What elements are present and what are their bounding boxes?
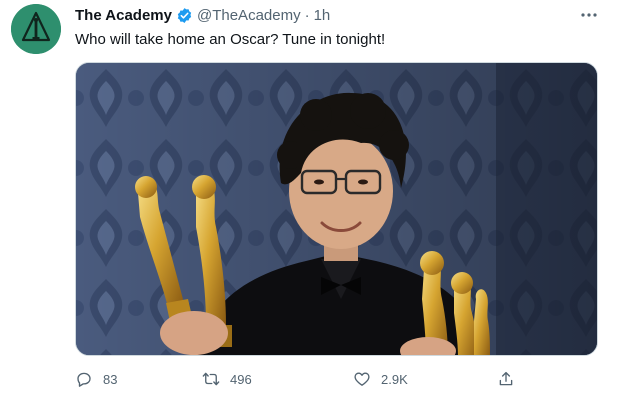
like-count: 2.9K bbox=[381, 371, 408, 387]
tweet-card[interactable]: The Academy @TheAcademy · 1h Who will ta… bbox=[0, 0, 620, 402]
more-horizontal-icon bbox=[581, 13, 597, 17]
retweet-count: 496 bbox=[230, 371, 252, 387]
reply-count: 83 bbox=[103, 371, 118, 387]
share-button[interactable] bbox=[497, 368, 515, 390]
reply-button[interactable]: 83 bbox=[75, 368, 117, 390]
tweet-photo[interactable] bbox=[75, 62, 598, 356]
header-separator: · bbox=[304, 6, 310, 24]
author-handle[interactable]: @TheAcademy bbox=[197, 7, 301, 24]
display-name[interactable]: The Academy bbox=[75, 7, 172, 24]
reply-icon bbox=[77, 372, 91, 387]
tweet-header: The Academy @TheAcademy · 1h bbox=[75, 4, 330, 26]
retweet-button[interactable]: 496 bbox=[202, 368, 252, 390]
retweet-icon bbox=[202, 372, 220, 386]
like-button[interactable]: 2.9K bbox=[353, 368, 408, 390]
tweet-actions: 83 496 2.9K bbox=[75, 368, 525, 390]
heart-icon bbox=[354, 372, 370, 386]
avatar[interactable] bbox=[11, 4, 61, 54]
tweet-text: Who will take home an Oscar? Tune in ton… bbox=[75, 31, 386, 48]
verified-badge-icon bbox=[176, 7, 193, 24]
academy-logo-icon bbox=[11, 4, 61, 54]
photo-image bbox=[76, 63, 597, 355]
tweet-timestamp[interactable]: 1h bbox=[314, 7, 331, 24]
share-icon bbox=[499, 371, 513, 386]
more-options-button[interactable] bbox=[575, 6, 603, 24]
